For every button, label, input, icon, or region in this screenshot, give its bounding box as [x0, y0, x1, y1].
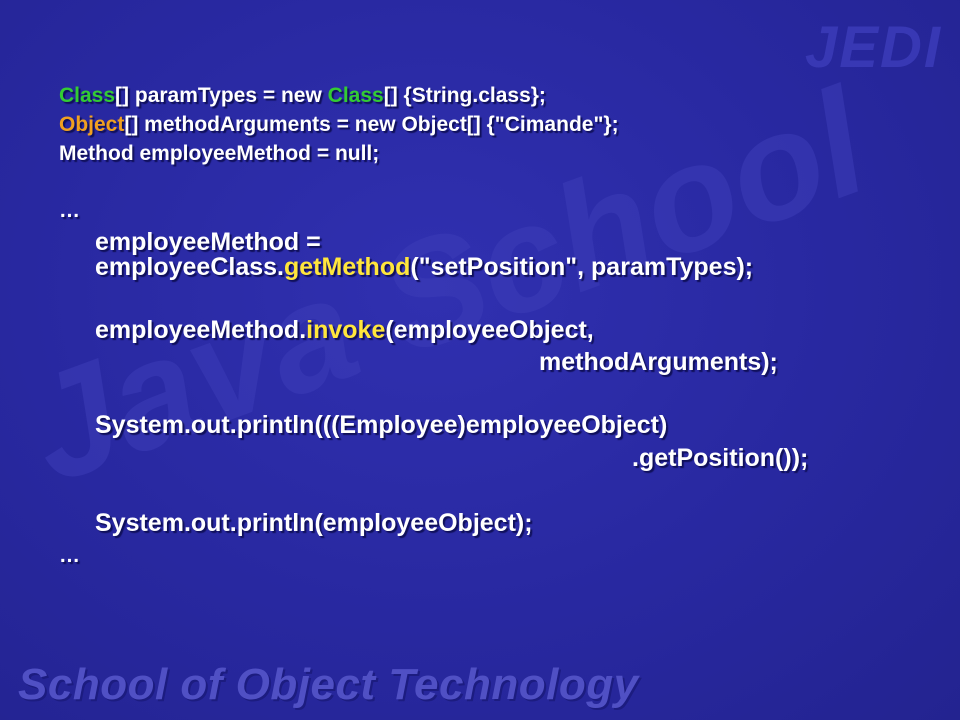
- code-text: [] methodArguments = new Object[] {"Cima…: [124, 113, 619, 136]
- footer-logo-text: School of Object Technology: [18, 660, 639, 709]
- keyword-class: Class: [59, 84, 116, 107]
- code-line-10: System.out.println(employeeObject);: [95, 509, 533, 537]
- method-getmethod: getMethod: [284, 253, 411, 281]
- code-line-9: .getPosition());: [632, 444, 809, 472]
- ellipsis: …: [59, 544, 80, 567]
- code-line-5: employeeClass.getMethod("setPosition", p…: [95, 253, 753, 282]
- code-line-8: System.out.println(((Employee)employeeOb…: [95, 411, 668, 439]
- ellipsis: …: [59, 199, 80, 222]
- code-text: employeeClass.: [95, 253, 284, 281]
- code-line-2: Object[] methodArguments = new Object[] …: [59, 113, 619, 137]
- code-line-3: Method employeeMethod = null;: [59, 142, 380, 165]
- code-line-1: Class[] paramTypes = new Class[] {String…: [59, 84, 546, 108]
- code-line-7: methodArguments);: [539, 348, 778, 376]
- code-text: [] {String.class};: [383, 84, 546, 107]
- code-line-6: employeeMethod.invoke(employeeObject,: [95, 316, 594, 345]
- keyword-object: Object: [59, 113, 125, 136]
- code-text: ("setPosition", paramTypes);: [410, 253, 754, 281]
- code-text: employeeMethod.: [95, 316, 307, 344]
- code-text: [] paramTypes = new: [115, 84, 328, 107]
- keyword-class: Class: [327, 84, 384, 107]
- code-text: (employeeObject,: [385, 316, 594, 344]
- slide: JEDI Java School Class[] paramTypes = ne…: [0, 0, 960, 720]
- method-invoke: invoke: [306, 316, 386, 344]
